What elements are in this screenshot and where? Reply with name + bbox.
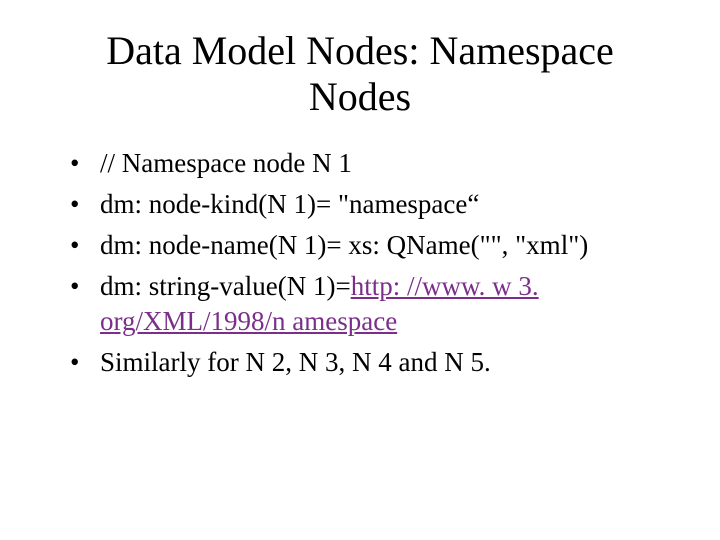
- bullet-icon: •: [70, 228, 79, 263]
- bullet-text: // Namespace node N 1: [100, 148, 352, 178]
- list-item: • dm: node-name(N 1)= xs: QName("", "xml…: [70, 228, 660, 263]
- list-item: • // Namespace node N 1: [70, 146, 660, 181]
- list-item: • Similarly for N 2, N 3, N 4 and N 5.: [70, 345, 660, 380]
- list-item: • dm: node-kind(N 1)= "namespace“: [70, 187, 660, 222]
- bullet-text: dm: node-name(N 1)= xs: QName("", "xml"): [100, 230, 588, 260]
- bullet-list: • // Namespace node N 1 • dm: node-kind(…: [70, 146, 660, 381]
- bullet-icon: •: [70, 345, 79, 380]
- slide: Data Model Nodes: Namespace Nodes • // N…: [0, 0, 720, 540]
- bullet-icon: •: [70, 187, 79, 222]
- list-item: • dm: string-value(N 1)=http: //www. w 3…: [70, 269, 660, 339]
- bullet-icon: •: [70, 146, 79, 181]
- bullet-text: dm: node-kind(N 1)= "namespace“: [100, 189, 479, 219]
- bullet-text: Similarly for N 2, N 3, N 4 and N 5.: [100, 347, 491, 377]
- bullet-text-prefix: dm: string-value(N 1)=: [100, 271, 351, 301]
- slide-title: Data Model Nodes: Namespace Nodes: [60, 28, 660, 120]
- bullet-icon: •: [70, 269, 79, 304]
